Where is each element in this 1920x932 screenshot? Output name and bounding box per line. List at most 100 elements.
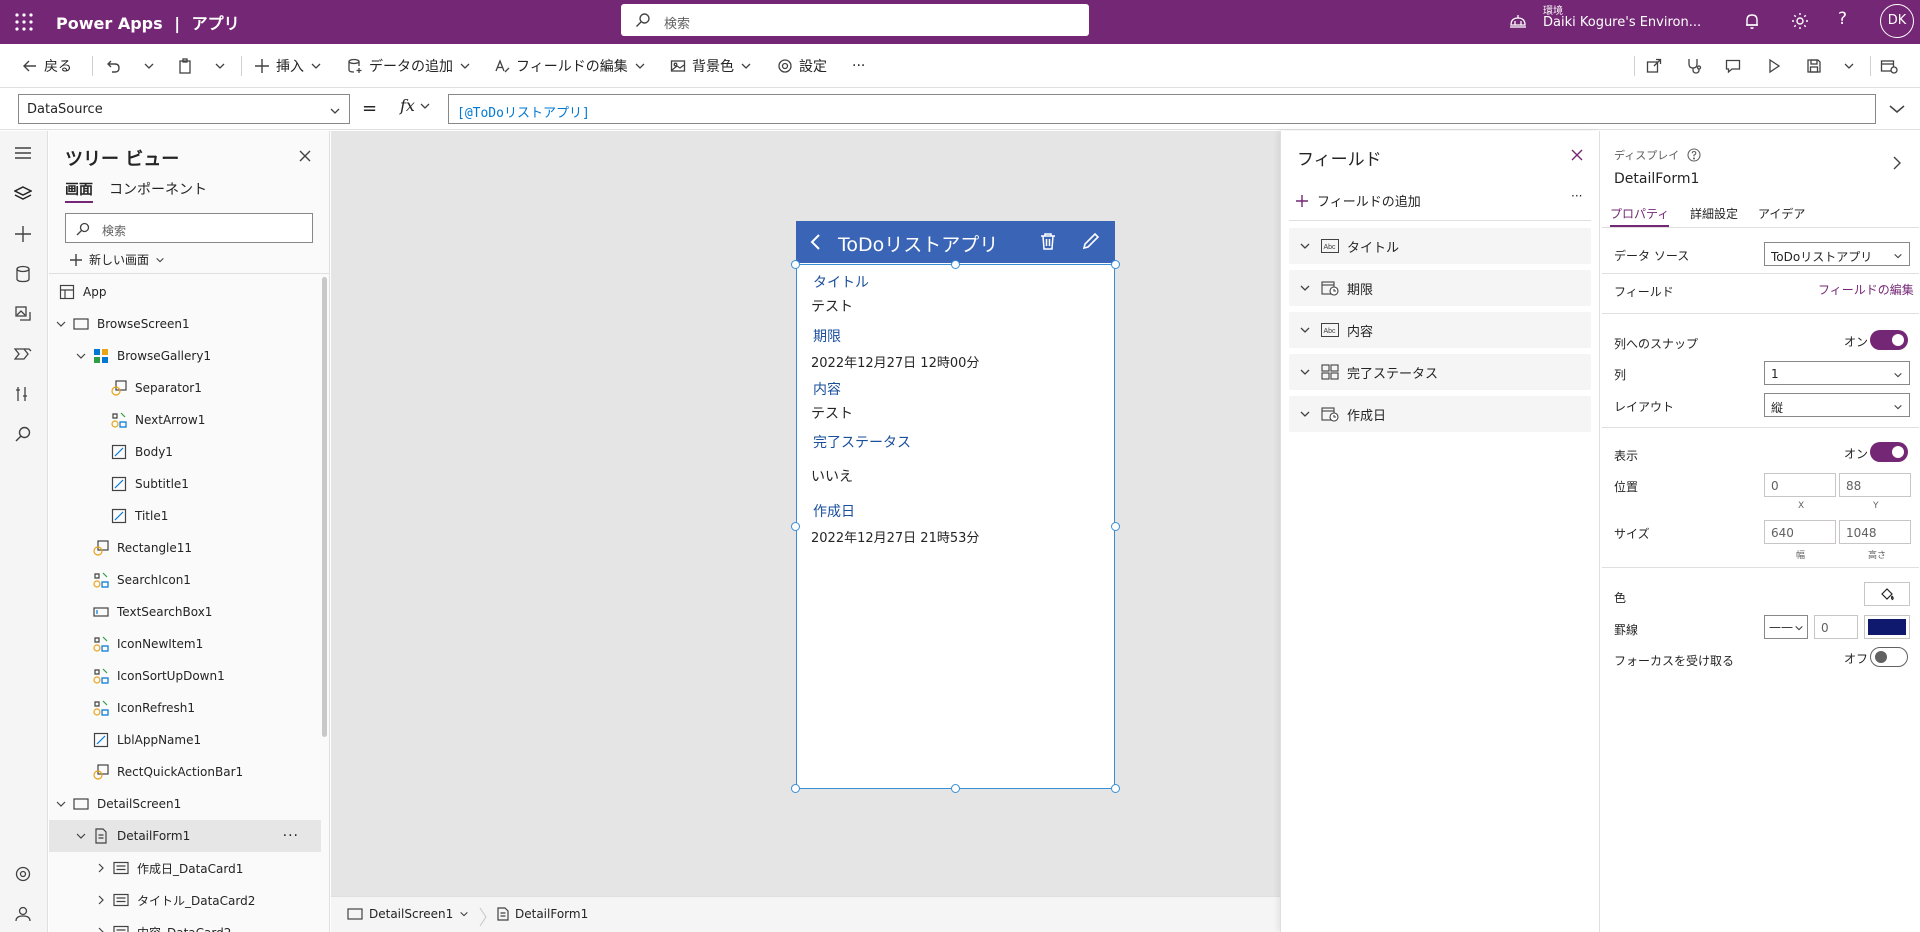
- media-icon[interactable]: [14, 305, 32, 323]
- field-card-status[interactable]: 完了ステータス: [1289, 354, 1591, 390]
- paste-button[interactable]: [177, 44, 199, 88]
- tree-item-detailscreen1[interactable]: DetailScreen1: [49, 788, 321, 820]
- tree-item-iconsortupdown1[interactable]: IconSortUpDown1: [49, 660, 321, 692]
- close-fields-panel-button[interactable]: [1571, 149, 1583, 161]
- settings-button[interactable]: 設定: [777, 44, 827, 88]
- tree-item-subtitle1[interactable]: Subtitle1: [49, 468, 321, 500]
- tree-item-more-button[interactable]: ···: [283, 828, 299, 844]
- environment-name[interactable]: Daiki Kogure's Environ...: [1543, 15, 1701, 30]
- tab-components[interactable]: コンポーネント: [109, 179, 207, 199]
- layout-select[interactable]: 縦: [1764, 393, 1910, 417]
- help-circle-icon[interactable]: [1687, 148, 1701, 162]
- power-automate-icon[interactable]: [14, 345, 32, 363]
- notifications-icon[interactable]: [1742, 11, 1762, 31]
- tree-item-nextarrow1[interactable]: NextArrow1: [49, 404, 321, 436]
- global-search-input[interactable]: 検索: [621, 4, 1089, 36]
- tab-properties[interactable]: プロパティ: [1610, 205, 1670, 227]
- resize-handle[interactable]: [1111, 260, 1120, 269]
- border-color-picker[interactable]: [1864, 615, 1910, 639]
- more-commands-button[interactable]: ···: [852, 44, 865, 88]
- property-selector[interactable]: DataSource: [18, 94, 350, 124]
- columns-select[interactable]: 1: [1764, 361, 1910, 385]
- settings-gear-icon[interactable]: [1790, 11, 1810, 31]
- size-width-input[interactable]: 640: [1764, 520, 1836, 544]
- breadcrumb-control[interactable]: DetailForm1: [497, 907, 588, 921]
- close-tree-view-button[interactable]: [298, 149, 312, 163]
- visible-toggle[interactable]: [1870, 442, 1908, 462]
- tree-item-datacard-content[interactable]: 内容_DataCard2: [49, 916, 321, 932]
- tree-item-rectangle11[interactable]: Rectangle11: [49, 532, 321, 564]
- resize-handle[interactable]: [791, 522, 800, 531]
- app-label[interactable]: アプリ: [192, 14, 240, 33]
- fx-button[interactable]: fx: [400, 96, 431, 115]
- tree-item-iconrefresh1[interactable]: IconRefresh1: [49, 692, 321, 724]
- chevron-down-icon[interactable]: [1299, 366, 1311, 378]
- resize-handle[interactable]: [951, 260, 960, 269]
- help-icon[interactable]: ?: [1838, 9, 1847, 29]
- tree-view-layers-icon[interactable]: [14, 185, 32, 203]
- new-screen-button[interactable]: 新しい画面: [69, 251, 165, 268]
- fill-color-picker[interactable]: [1864, 582, 1910, 606]
- chevron-down-icon[interactable]: [1299, 240, 1311, 252]
- add-data-button[interactable]: データの追加: [347, 44, 471, 88]
- resize-handle[interactable]: [951, 784, 960, 793]
- preview-button[interactable]: [1766, 44, 1788, 88]
- settings-gear-icon[interactable]: [14, 865, 32, 883]
- tab-screens[interactable]: 画面: [65, 179, 93, 203]
- size-height-input[interactable]: 1048: [1839, 520, 1911, 544]
- border-width-input[interactable]: 0: [1814, 615, 1858, 639]
- save-button[interactable]: [1806, 44, 1828, 88]
- search-icon[interactable]: [14, 425, 32, 443]
- undo-dropdown[interactable]: [143, 44, 161, 88]
- tree-scrollbar[interactable]: [322, 277, 327, 737]
- field-card-due[interactable]: 期限: [1289, 270, 1591, 306]
- fields-more-button[interactable]: ···: [1571, 189, 1582, 203]
- resize-handle[interactable]: [1111, 784, 1120, 793]
- data-source-select[interactable]: ToDoリストアプリ: [1764, 242, 1910, 266]
- chevron-right-icon[interactable]: [95, 862, 107, 874]
- position-y-input[interactable]: 88: [1839, 473, 1911, 497]
- field-card-content[interactable]: Abc 内容: [1289, 312, 1591, 348]
- environment-icon[interactable]: [1508, 12, 1528, 32]
- edit-fields-button[interactable]: フィールドの編集: [494, 44, 646, 88]
- advanced-tools-icon[interactable]: [14, 385, 32, 403]
- trash-icon[interactable]: [1040, 232, 1056, 250]
- tab-advanced[interactable]: 詳細設定: [1690, 205, 1738, 222]
- field-card-created[interactable]: 作成日: [1289, 396, 1591, 432]
- save-dropdown[interactable]: [1843, 44, 1861, 88]
- background-button[interactable]: 背景色: [670, 44, 752, 88]
- snap-toggle[interactable]: [1870, 330, 1908, 350]
- tree-item-lblappname1[interactable]: LblAppName1: [49, 724, 321, 756]
- tree-item-separator1[interactable]: Separator1: [49, 372, 321, 404]
- publish-button[interactable]: [1880, 44, 1904, 88]
- insert-plus-icon[interactable]: [14, 225, 32, 243]
- user-avatar[interactable]: DK: [1880, 4, 1914, 38]
- chevron-right-icon[interactable]: [95, 926, 107, 932]
- form-selection-frame[interactable]: [796, 264, 1115, 789]
- back-arrow-icon[interactable]: [808, 233, 822, 251]
- pencil-icon[interactable]: [1082, 232, 1100, 250]
- virtual-agent-icon[interactable]: [14, 905, 32, 923]
- chevron-down-icon[interactable]: [1299, 282, 1311, 294]
- chevron-down-icon[interactable]: [75, 350, 87, 362]
- tree-item-textsearchbox1[interactable]: TextSearchBox1: [49, 596, 321, 628]
- tree-item-browsegallery1[interactable]: BrowseGallery1: [49, 340, 321, 372]
- comments-button[interactable]: [1725, 44, 1747, 88]
- tree-search-input[interactable]: 検索: [65, 213, 313, 243]
- tree-item-iconnewitem1[interactable]: IconNewItem1: [49, 628, 321, 660]
- border-style-select[interactable]: ——: [1764, 615, 1808, 639]
- back-button[interactable]: 戻る: [22, 44, 72, 88]
- position-x-input[interactable]: 0: [1764, 473, 1836, 497]
- chevron-down-icon[interactable]: [55, 318, 67, 330]
- tree-item-app[interactable]: App: [49, 276, 321, 308]
- resize-handle[interactable]: [791, 784, 800, 793]
- undo-button[interactable]: [105, 44, 127, 88]
- edit-fields-link[interactable]: フィールドの編集: [1818, 281, 1914, 298]
- resize-handle[interactable]: [1111, 522, 1120, 531]
- field-card-title[interactable]: Abc タイトル: [1289, 228, 1591, 264]
- chevron-down-icon[interactable]: [1299, 324, 1311, 336]
- tab-ideas[interactable]: アイデア: [1758, 205, 1805, 222]
- app-launcher-icon[interactable]: [14, 12, 34, 32]
- resize-handle[interactable]: [791, 260, 800, 269]
- focus-toggle[interactable]: [1870, 647, 1908, 667]
